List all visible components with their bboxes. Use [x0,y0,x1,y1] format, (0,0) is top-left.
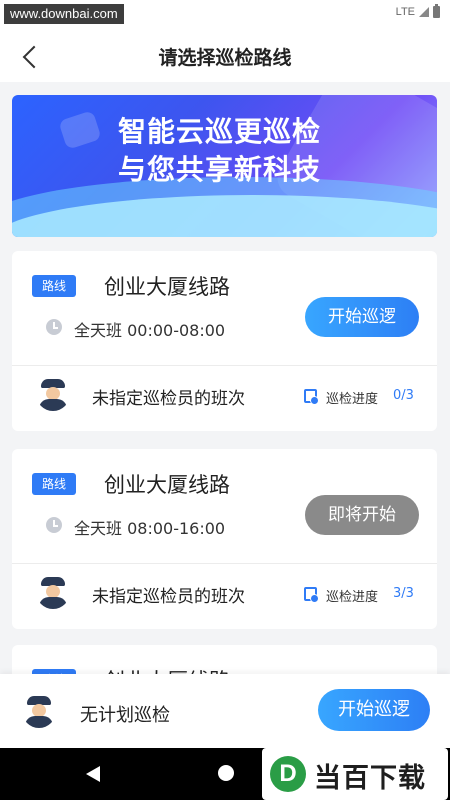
route-name: 创业大厦线路 [104,473,230,497]
shift-time: 全天班 08:00-16:00 [74,519,226,538]
status-icons: LTE [395,4,440,18]
start-patrol-button[interactable]: 开始巡逻 [305,297,419,337]
banner-line-2: 与您共享新科技 [117,153,321,186]
battery-icon [433,4,440,18]
watermark-logo: D [270,756,306,792]
status-bar: www.downbai.com LTE [0,0,450,28]
start-patrol-button[interactable]: 开始巡逻 [318,689,430,731]
progress-label: 巡检进度 [326,392,379,407]
page-title: 请选择巡检路线 [158,47,292,69]
guard-avatar [22,694,56,728]
watermark-text: 当百下载 [314,763,426,794]
site-watermark: D 当百下载 [262,748,448,800]
route-name: 创业大厦线路 [104,275,230,299]
divider [12,563,437,564]
banner-line-1: 智能云巡更巡检 [117,115,321,148]
progress-value: 0/3 [393,388,414,403]
watermark-url: www.downbai.com [4,4,124,24]
shift-time: 全天班 00:00-08:00 [74,321,226,340]
divider [12,365,437,366]
nav-back-icon[interactable] [86,766,100,782]
nav-home-icon[interactable] [218,765,234,781]
signal-icon [419,7,429,17]
progress-label: 巡检进度 [326,590,379,605]
route-tag: 路线 [32,275,76,297]
guard-avatar [36,575,70,609]
banner-headline: 智能云巡更巡检 与您共享新科技 [12,113,437,189]
coming-soon-button[interactable]: 即将开始 [305,495,419,535]
promo-banner[interactable]: 智能云巡更巡检 与您共享新科技 [12,95,437,237]
shift-description: 未指定巡检员的班次 [92,389,245,409]
progress-value: 3/3 [393,586,414,601]
progress-icon [304,389,319,405]
progress-icon [304,587,319,603]
unplanned-patrol-label: 无计划巡检 [80,705,170,726]
header: 请选择巡检路线 [0,28,450,82]
clock-icon [46,319,62,335]
route-card[interactable]: 路线 创业大厦线路 全天班 00:00-08:00 开始巡逻 未指定巡检员的班次… [12,251,437,431]
route-tag: 路线 [32,473,76,495]
route-card[interactable]: 路线 创业大厦线路 全天班 08:00-16:00 即将开始 未指定巡检员的班次… [12,449,437,629]
network-type: LTE [395,6,415,18]
guard-avatar [36,377,70,411]
shift-description: 未指定巡检员的班次 [92,587,245,607]
clock-icon [46,517,62,533]
bottom-action-bar: 无计划巡检 开始巡逻 [0,674,450,748]
